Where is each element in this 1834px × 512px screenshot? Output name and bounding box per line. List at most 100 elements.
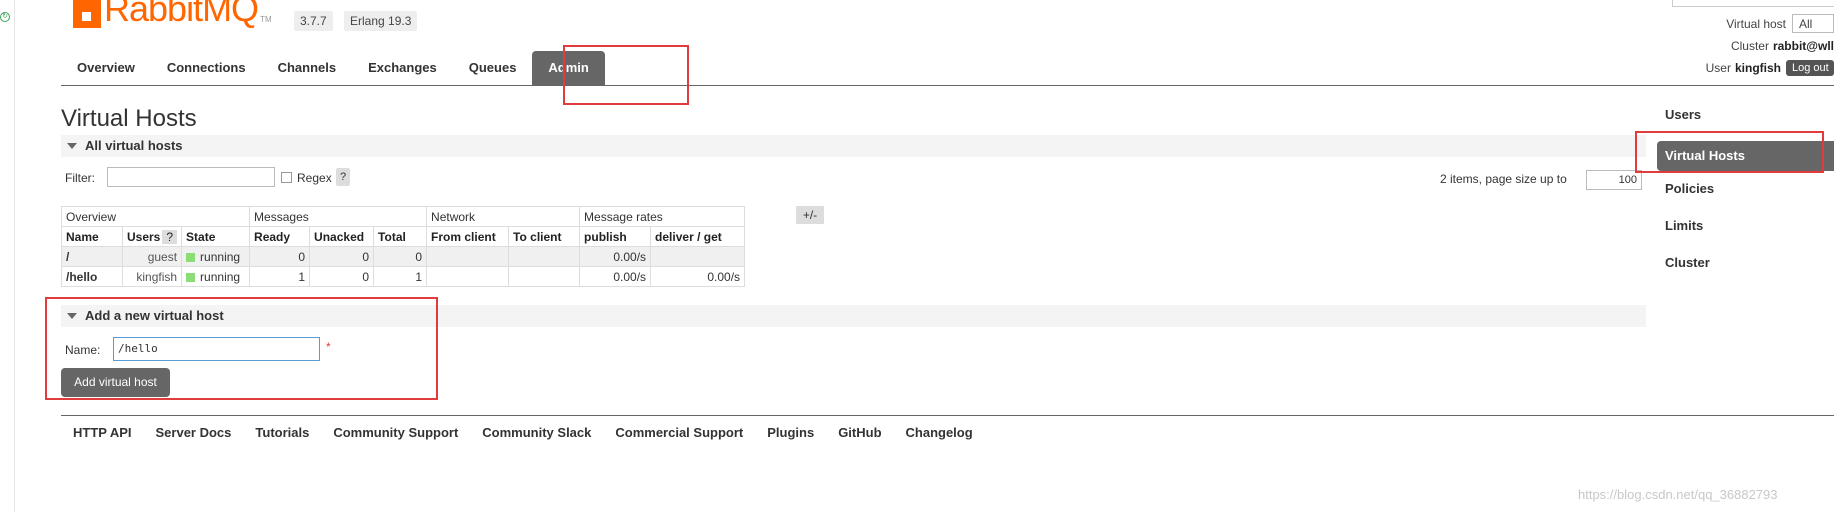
users-header-label: Users — [127, 229, 161, 244]
table-row[interactable]: /hello kingfish running 1 0 1 0.00/s 0.0… — [61, 266, 746, 287]
user-value: kingfish — [1734, 61, 1781, 75]
column-header-deliver-get[interactable]: deliver / get — [650, 226, 746, 247]
tab-exchanges[interactable]: Exchanges — [352, 51, 453, 85]
footer-link-github[interactable]: GitHub — [826, 425, 893, 440]
vhost-unacked: 0 — [309, 246, 375, 267]
group-header-message-rates: Message rates — [579, 206, 746, 227]
vhost-state: running — [181, 266, 251, 287]
regex-label: Regex — [297, 171, 332, 185]
cluster-info-row: Cluster rabbit@wll — [1731, 39, 1834, 53]
regex-help-button[interactable]: ? — [336, 168, 350, 186]
vhost-name-link[interactable]: / — [61, 246, 123, 267]
vhost-users: kingfish — [121, 266, 183, 287]
footer-link-server-docs[interactable]: Server Docs — [144, 425, 244, 440]
column-header-publish[interactable]: publish — [579, 226, 652, 247]
state-running-indicator — [186, 272, 196, 282]
vhost-ready: 0 — [249, 246, 311, 267]
tab-overview[interactable]: Overview — [61, 51, 151, 85]
watermark-text: https://blog.csdn.net/qq_36882793 — [1578, 487, 1778, 502]
vhost-publish-rate: 0.00/s — [579, 246, 652, 267]
footer-link-changelog[interactable]: Changelog — [894, 425, 985, 440]
state-label: running — [200, 249, 241, 264]
rabbitmq-logo[interactable]: RabbitMQ TM — [73, 0, 272, 28]
user-label: User — [1705, 61, 1731, 75]
rabbit-logo-icon — [73, 0, 101, 28]
vhost-total: 1 — [373, 266, 428, 287]
column-header-users[interactable]: Users? — [121, 226, 183, 247]
vhost-deliver-rate: 0.00/s — [650, 266, 746, 287]
vhost-from-client — [426, 246, 510, 267]
virtual-host-selector-row: Virtual host All — [1726, 14, 1834, 33]
virtual-host-label: Virtual host — [1726, 16, 1786, 31]
page-size-label: 2 items, page size up to — [1440, 172, 1567, 186]
logo-text: RabbitMQ — [104, 0, 259, 29]
all-virtual-hosts-section-header[interactable]: All virtual hosts — [61, 135, 1646, 157]
vhost-to-client — [508, 266, 581, 287]
column-header-to-client[interactable]: To client — [508, 226, 581, 247]
regex-checkbox[interactable] — [281, 172, 292, 183]
column-header-ready[interactable]: Ready — [249, 226, 311, 247]
vhost-name-link[interactable]: /hello — [61, 266, 123, 287]
vhost-unacked: 0 — [309, 266, 375, 287]
group-header-messages: Messages — [249, 206, 428, 227]
footer-link-http-api[interactable]: HTTP API — [61, 425, 144, 440]
column-header-from-client[interactable]: From client — [426, 226, 510, 247]
state-running-indicator — [186, 252, 196, 262]
filter-input[interactable] — [107, 167, 275, 187]
erlang-version-badge: Erlang 19.3 — [344, 11, 418, 31]
footer-link-tutorials[interactable]: Tutorials — [243, 425, 321, 440]
footer-link-commercial-support[interactable]: Commercial Support — [603, 425, 755, 440]
vhost-ready: 1 — [249, 266, 311, 287]
vhost-users: guest — [121, 246, 183, 267]
add-form-highlight-box — [45, 297, 438, 400]
sidebar-item-cluster[interactable]: Cluster — [1657, 248, 1834, 285]
refresh-icon[interactable]: ↻ — [0, 12, 10, 22]
footer-divider — [61, 415, 1834, 416]
admin-tab-highlight-box — [563, 45, 689, 105]
vhost-state: running — [181, 246, 251, 267]
columns-toggle-button[interactable]: +/- — [796, 206, 824, 224]
section-title: All virtual hosts — [85, 138, 183, 153]
state-label: running — [200, 269, 241, 284]
tab-channels[interactable]: Channels — [262, 51, 353, 85]
page-size-input[interactable]: 100 — [1586, 170, 1642, 190]
virtual-host-select[interactable]: All — [1792, 14, 1834, 33]
column-header-unacked[interactable]: Unacked — [309, 226, 375, 247]
filter-label: Filter: — [65, 171, 95, 185]
tab-queues[interactable]: Queues — [453, 51, 533, 85]
vhost-deliver-rate — [650, 246, 746, 267]
users-help-button[interactable]: ? — [162, 229, 178, 244]
column-header-state[interactable]: State — [181, 226, 251, 247]
rabbitmq-version-badge: 3.7.7 — [294, 11, 333, 31]
browser-gutter — [0, 0, 15, 512]
tab-connections[interactable]: Connections — [151, 51, 262, 85]
footer-link-community-support[interactable]: Community Support — [321, 425, 470, 440]
sidebar-highlight-box — [1635, 131, 1824, 173]
collapse-triangle-icon — [67, 143, 77, 150]
sidebar-item-policies[interactable]: Policies — [1657, 174, 1834, 211]
user-info-row: User kingfish Log out — [1706, 60, 1834, 76]
vhost-total: 0 — [373, 246, 428, 267]
vhost-to-client — [508, 246, 581, 267]
group-header-overview: Overview — [60, 206, 251, 227]
vhost-publish-rate: 0.00/s — [579, 266, 652, 287]
cluster-label: Cluster — [1730, 39, 1769, 53]
main-tabs: Overview Connections Channels Exchanges … — [61, 51, 605, 85]
column-header-name[interactable]: Name — [61, 226, 123, 247]
vhost-from-client — [426, 266, 510, 287]
footer-link-plugins[interactable]: Plugins — [755, 425, 826, 440]
refresh-select-edge[interactable] — [1672, 0, 1834, 7]
group-header-network: Network — [426, 206, 581, 227]
cluster-value: rabbit@wll — [1772, 39, 1834, 53]
table-row[interactable]: / guest running 0 0 0 0.00/s — [61, 246, 746, 267]
admin-sidebar: Users Virtual Hosts Policies Limits Clus… — [1657, 100, 1834, 285]
footer-link-community-slack[interactable]: Community Slack — [470, 425, 603, 440]
virtual-hosts-table: Overview Messages Network Message rates … — [60, 206, 746, 287]
footer-links: HTTP API Server Docs Tutorials Community… — [61, 425, 985, 440]
sidebar-item-limits[interactable]: Limits — [1657, 211, 1834, 248]
logout-button[interactable]: Log out — [1786, 60, 1834, 76]
page-title: Virtual Hosts — [61, 105, 197, 132]
logo-trademark: TM — [260, 15, 272, 24]
column-header-total[interactable]: Total — [373, 226, 428, 247]
tabs-divider — [61, 85, 1834, 86]
